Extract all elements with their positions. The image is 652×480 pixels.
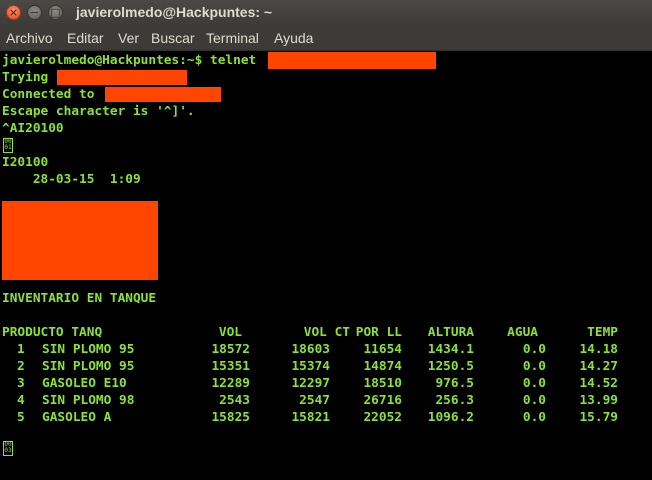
- cell-altura: 976.5: [435, 376, 474, 391]
- cell-altura: 1250.5: [427, 359, 474, 374]
- cell-number: 2: [17, 359, 25, 374]
- trying-line: Trying: [2, 70, 49, 85]
- header-agua: AGUA: [507, 325, 538, 340]
- datetime-line: 28-03-15 1:09: [2, 172, 141, 187]
- minimize-icon: −: [29, 6, 40, 19]
- menubar: Archivo Editar Ver Buscar Terminal Ayuda: [0, 26, 652, 51]
- header-vol-ct: VOL CT: [303, 325, 350, 340]
- cell-producto: SIN PLOMO 98: [42, 393, 135, 408]
- table-row: 3 GASOLEO E10 12289 12297 18510 976.5 0.0 14.52: [0, 375, 652, 392]
- header-altura: ALTURA: [427, 325, 474, 340]
- terminal-area[interactable]: javierolmedo@Hackpuntes:~$ telnet Trying…: [0, 51, 652, 480]
- cell-agua: 0.0: [522, 410, 546, 425]
- cell-por-ll: 26716: [363, 393, 402, 408]
- cell-temp: 14.52: [579, 376, 618, 391]
- cell-agua: 0.0: [522, 359, 546, 374]
- cell-vol: 2543: [219, 393, 250, 408]
- minimize-window-button[interactable]: −: [27, 5, 42, 20]
- cell-altura: 1434.1: [427, 342, 474, 357]
- menu-terminal[interactable]: Terminal: [206, 30, 259, 46]
- header-producto-tanq: PRODUCTO TANQ: [2, 325, 103, 340]
- escape-line: Escape character is '^]'.: [2, 104, 195, 119]
- menu-editar[interactable]: Editar: [67, 30, 104, 46]
- table-row: 5 GASOLEO A 15825 15821 22052 1096.2 0.0 15.79: [0, 409, 652, 426]
- cell-por-ll: 18510: [363, 376, 402, 391]
- section-title: INVENTARIO EN TANQUE: [2, 291, 157, 306]
- maximize-window-button[interactable]: □: [48, 5, 63, 20]
- cell-agua: 0.0: [522, 342, 546, 357]
- control-char-glyph: 00 01: [3, 138, 13, 153]
- redacted-host: [105, 87, 221, 102]
- window-title: javierolmedo@Hackpuntes: ~: [76, 4, 273, 20]
- cell-producto: SIN PLOMO 95: [42, 342, 135, 357]
- cell-vol: 15351: [211, 359, 250, 374]
- cell-vol-ct: 15374: [291, 359, 330, 374]
- window-titlebar[interactable]: × − □ javierolmedo@Hackpuntes: ~: [0, 0, 652, 26]
- cell-vol: 12289: [211, 376, 250, 391]
- maximize-icon: □: [50, 6, 61, 19]
- cell-number: 5: [17, 410, 25, 425]
- header-vol: VOL: [218, 325, 242, 340]
- table-row: 2 SIN PLOMO 95 15351 15374 14874 1250.5 0.0 14.…: [0, 358, 652, 375]
- menu-ver[interactable]: Ver: [118, 30, 139, 46]
- cell-number: 1: [17, 342, 25, 357]
- cell-vol-ct: 18603: [291, 342, 330, 357]
- menu-buscar[interactable]: Buscar: [151, 30, 195, 46]
- cell-vol-ct: 2547: [299, 393, 330, 408]
- menu-archivo[interactable]: Archivo: [6, 30, 53, 46]
- cell-por-ll: 14874: [363, 359, 402, 374]
- header-por-ll: POR LL: [355, 325, 402, 340]
- table-header: PRODUCTO TANQ VOL VOL CT POR LL ALTURA A…: [0, 324, 652, 341]
- table-row: 1 SIN PLOMO 95 18572 18603 11654 1434.1 0.0 14.…: [0, 341, 652, 358]
- cell-temp: 15.79: [579, 410, 618, 425]
- cell-vol-ct: 15821: [291, 410, 330, 425]
- close-icon: ×: [8, 6, 19, 19]
- redacted-host: [268, 52, 436, 69]
- cell-temp: 14.27: [579, 359, 618, 374]
- cell-por-ll: 11654: [363, 342, 402, 357]
- table-row: 4 SIN PLOMO 98 2543 2547 26716 256.3 0.0 13.99: [0, 392, 652, 409]
- cell-vol-ct: 12297: [291, 376, 330, 391]
- connected-line: Connected to: [2, 87, 95, 102]
- cell-temp: 13.99: [579, 393, 618, 408]
- cell-altura: 256.3: [435, 393, 474, 408]
- close-window-button[interactable]: ×: [6, 5, 21, 20]
- cell-agua: 0.0: [522, 376, 546, 391]
- header-temp: TEMP: [587, 325, 618, 340]
- prompt-line: javierolmedo@Hackpuntes:~$ telnet: [2, 53, 257, 68]
- cell-temp: 14.18: [579, 342, 618, 357]
- redacted-block: [2, 201, 158, 280]
- cell-vol: 18572: [211, 342, 250, 357]
- cell-producto: GASOLEO A: [42, 410, 112, 425]
- command-line: ^AI20100: [2, 121, 64, 136]
- cell-producto: GASOLEO E10: [42, 376, 127, 391]
- redacted-ip: [57, 70, 187, 85]
- control-char-glyph: 00 03: [3, 441, 13, 456]
- response-code-line: I20100: [2, 155, 49, 170]
- cell-por-ll: 22052: [363, 410, 402, 425]
- cell-number: 4: [17, 393, 25, 408]
- cell-altura: 1096.2: [427, 410, 474, 425]
- cell-vol: 15825: [211, 410, 250, 425]
- cell-number: 3: [17, 376, 25, 391]
- menu-ayuda[interactable]: Ayuda: [274, 30, 313, 46]
- cell-producto: SIN PLOMO 95: [42, 359, 135, 374]
- cell-agua: 0.0: [522, 393, 546, 408]
